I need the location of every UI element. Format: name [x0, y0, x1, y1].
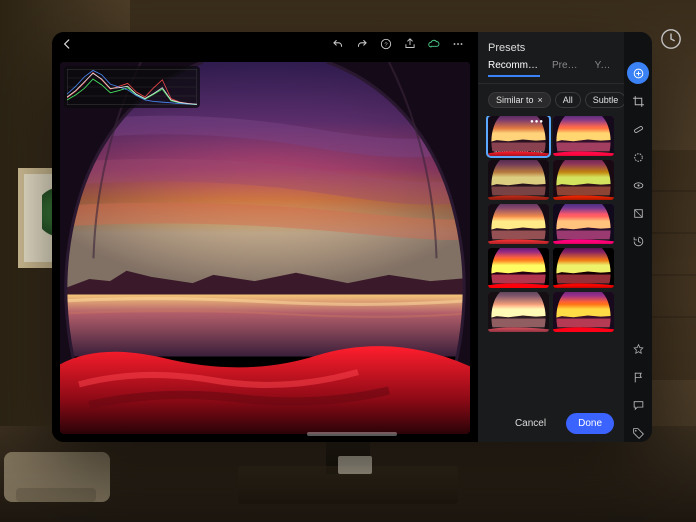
tool-versions-icon[interactable]	[627, 230, 649, 252]
preset-thumb[interactable]	[488, 204, 549, 244]
done-button[interactable]: Done	[566, 413, 614, 434]
tool-flag-icon[interactable]	[627, 366, 649, 388]
presets-panel: Presets Recommended Premium Yours Similar …	[478, 32, 652, 442]
help-icon[interactable]: ?	[374, 37, 398, 56]
preset-thumb[interactable]	[488, 292, 549, 332]
canvas-area: ?	[52, 32, 478, 442]
tool-redeye-icon[interactable]	[627, 174, 649, 196]
tool-crop-icon[interactable]	[627, 90, 649, 112]
chip-similar-to[interactable]: Similar to ×	[488, 92, 551, 108]
tool-star-icon[interactable]	[627, 338, 649, 360]
tab-premium[interactable]: Premium	[552, 60, 583, 77]
tab-recommended[interactable]: Recommended	[488, 60, 540, 77]
tool-heal-icon[interactable]	[627, 118, 649, 140]
cancel-button[interactable]: Cancel	[503, 413, 558, 434]
preset-grid: More like this	[478, 116, 624, 405]
panel-title: Presets	[478, 32, 624, 60]
tool-strip	[624, 32, 652, 442]
preset-thumb[interactable]	[553, 116, 614, 156]
undo-icon[interactable]	[326, 37, 350, 56]
room-sofa	[4, 452, 110, 502]
chip-subtle[interactable]: Subtle	[585, 92, 624, 108]
photo-canvas[interactable]	[60, 62, 470, 434]
preset-thumb[interactable]	[488, 248, 549, 288]
more-icon[interactable]	[446, 37, 470, 56]
tool-geometry-icon[interactable]	[627, 202, 649, 224]
preset-thumb[interactable]	[553, 204, 614, 244]
room-book	[338, 456, 372, 474]
filter-chips: Similar to × All Subtle	[478, 84, 624, 116]
spatial-control-knob[interactable]	[660, 28, 682, 50]
preset-thumb[interactable]	[553, 292, 614, 332]
panel-tabs: Recommended Premium Yours	[478, 60, 624, 84]
chip-close-icon[interactable]: ×	[538, 95, 543, 105]
chip-all[interactable]: All	[555, 92, 581, 108]
tool-tag-icon[interactable]	[627, 422, 649, 442]
svg-text:?: ?	[384, 42, 388, 48]
redo-icon[interactable]	[350, 37, 374, 56]
histogram[interactable]	[64, 66, 200, 108]
app-window: ?	[52, 32, 652, 442]
panel-footer: Cancel Done	[478, 405, 624, 442]
tool-edit-icon[interactable]	[627, 62, 649, 84]
chip-label: Similar to	[496, 95, 534, 105]
top-bar: ?	[52, 32, 478, 60]
preset-thumb[interactable]	[488, 160, 549, 200]
tool-comment-icon[interactable]	[627, 394, 649, 416]
back-button[interactable]	[60, 37, 74, 56]
cloud-sync-icon[interactable]	[422, 37, 446, 56]
preset-thumb[interactable]	[553, 248, 614, 288]
preset-thumb[interactable]	[553, 160, 614, 200]
tab-yours[interactable]: Yours	[595, 60, 614, 77]
tool-mask-icon[interactable]	[627, 146, 649, 168]
preset-thumb[interactable]	[488, 116, 549, 156]
home-indicator[interactable]	[307, 432, 397, 436]
share-icon[interactable]	[398, 37, 422, 56]
